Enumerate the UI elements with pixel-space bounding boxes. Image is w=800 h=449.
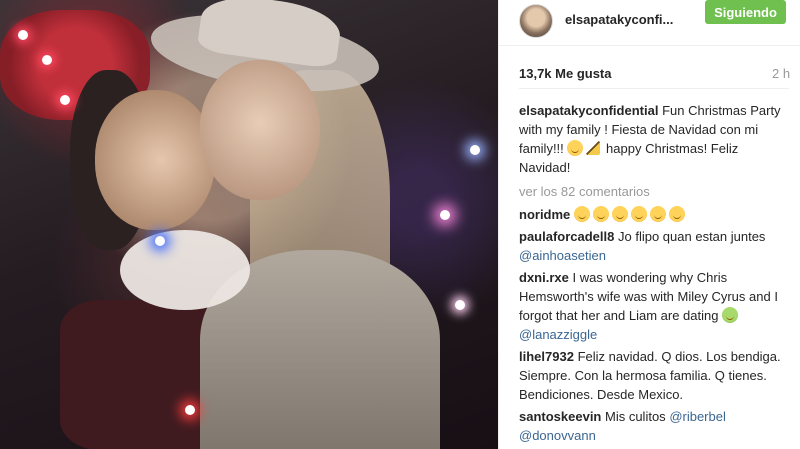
comment-mention[interactable]: @riberbel	[669, 409, 726, 424]
grinning-face-emoji	[649, 206, 666, 222]
grinning-face-emoji	[630, 206, 647, 222]
grinning-face-emoji	[611, 206, 628, 222]
comment-text: Jo flipo quan estan juntes	[618, 229, 766, 244]
view-all-comments-link[interactable]: ver los 82 comentarios	[519, 182, 789, 201]
fur-trim	[120, 230, 250, 310]
left-person-face	[95, 90, 215, 230]
christmas-light	[155, 236, 165, 246]
comment-mention[interactable]: @donovvann	[519, 428, 596, 443]
comment-text: Mis culitos	[605, 409, 666, 424]
comment-username[interactable]: lihel7932	[519, 349, 574, 364]
comment-username[interactable]: paulaforcadell8	[519, 229, 614, 244]
avatar[interactable]	[519, 4, 553, 38]
christmas-light	[455, 300, 465, 310]
divider	[519, 88, 789, 89]
post-photo[interactable]	[0, 0, 498, 449]
grinning-face-emoji	[592, 206, 609, 222]
post-header: elsapatakyconfi... Siguiendo	[499, 0, 800, 46]
right-person-face	[200, 60, 320, 200]
post-side-panel: elsapatakyconfi... Siguiendo 13,7k Me gu…	[498, 0, 800, 449]
party-popper-emoji	[586, 141, 601, 155]
christmas-light	[440, 210, 450, 220]
comment: lihel7932 Feliz navidad. Q dios. Los ben…	[519, 347, 789, 404]
christmas-light	[18, 30, 28, 40]
grinning-face-emoji	[668, 206, 685, 222]
comment-username[interactable]: dxni.rxe	[519, 270, 569, 285]
comment: noridme	[519, 205, 789, 224]
post-username[interactable]: elsapatakyconfi...	[565, 12, 673, 27]
comment-mention[interactable]: @lanazziggle	[519, 327, 597, 342]
likes-count[interactable]: 13,7k Me gusta	[519, 66, 612, 81]
following-button[interactable]: Siguiendo	[705, 0, 786, 24]
post-age[interactable]: 2 h	[772, 66, 790, 81]
green-grinning-emoji	[722, 307, 739, 323]
comments-list: elsapatakyconfidential Fun Christmas Par…	[519, 101, 789, 448]
christmas-light	[60, 95, 70, 105]
christmas-light	[42, 55, 52, 65]
comment-username[interactable]: noridme	[519, 207, 570, 222]
post-caption: elsapatakyconfidential Fun Christmas Par…	[519, 101, 789, 177]
comment: dxni.rxe I was wondering why Chris Hemsw…	[519, 268, 789, 344]
grinning-face-emoji	[573, 206, 590, 222]
christmas-light	[470, 145, 480, 155]
christmas-light	[185, 405, 195, 415]
comment-mention[interactable]: @ainhoasetien	[519, 248, 606, 263]
comment: paulaforcadell8 Jo flipo quan estan junt…	[519, 227, 789, 265]
caption-username[interactable]: elsapatakyconfidential	[519, 103, 658, 118]
laughing-face-emoji	[567, 140, 584, 156]
comment-username[interactable]: santoskeevin	[519, 409, 601, 424]
comment: santoskeevin Mis culitos @riberbel @dono…	[519, 407, 789, 445]
